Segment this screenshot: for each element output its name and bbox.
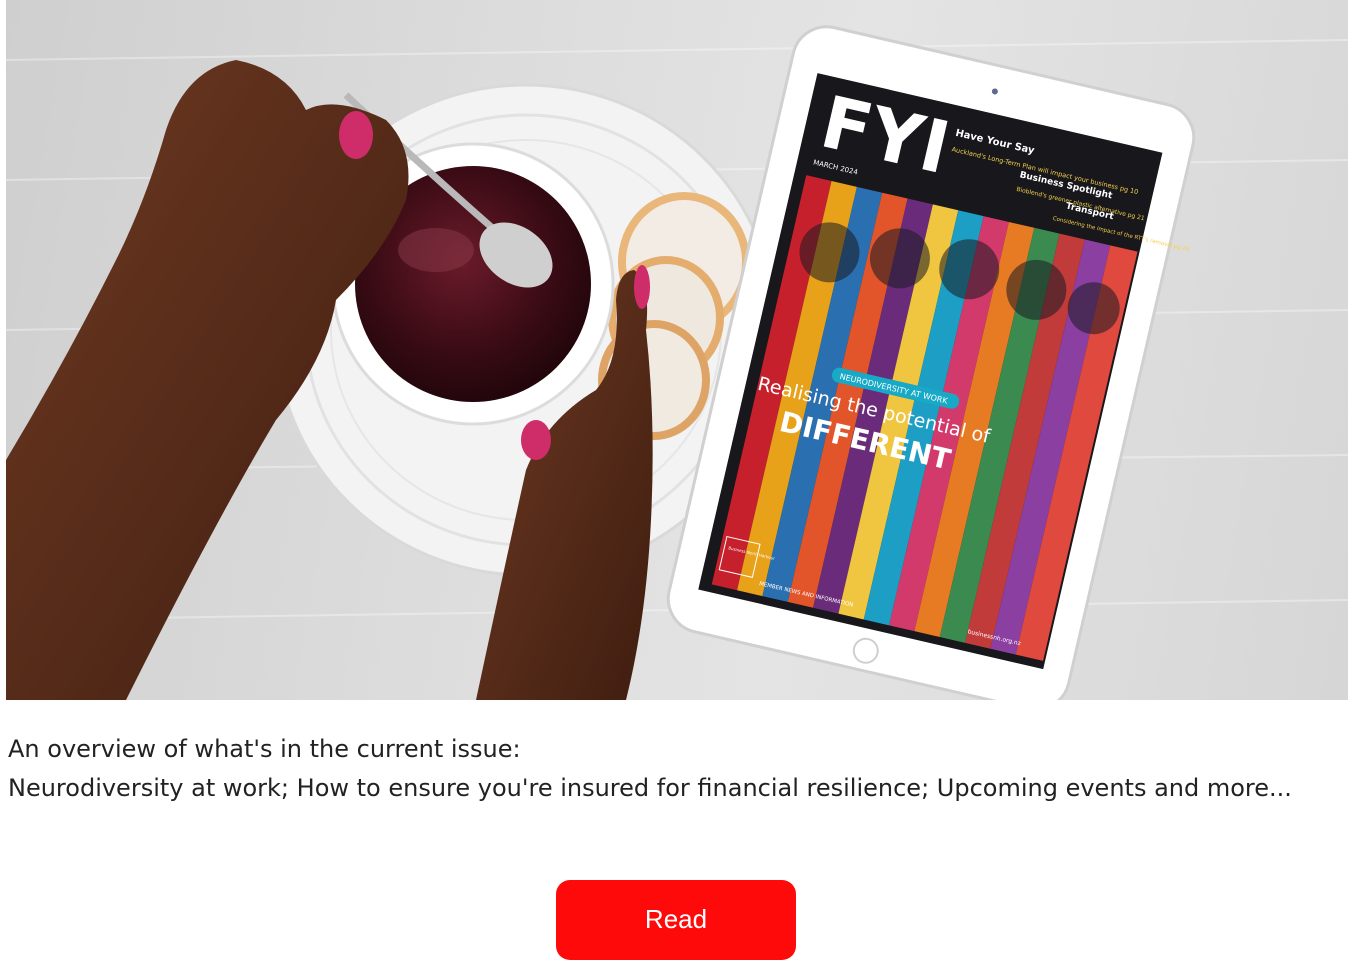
issue-overview: An overview of what's in the current iss… xyxy=(8,730,1338,808)
overview-heading: An overview of what's in the current iss… xyxy=(8,735,521,763)
read-button[interactable]: Read xyxy=(556,880,796,960)
overview-description: Neurodiversity at work; How to ensure yo… xyxy=(8,774,1292,802)
hero-image: FYI MARCH 2024 Have Your Say Auckland's … xyxy=(6,0,1348,700)
hero-illustration: FYI MARCH 2024 Have Your Say Auckland's … xyxy=(6,25,1348,700)
tablet: FYI MARCH 2024 Have Your Say Auckland's … xyxy=(666,25,1196,700)
